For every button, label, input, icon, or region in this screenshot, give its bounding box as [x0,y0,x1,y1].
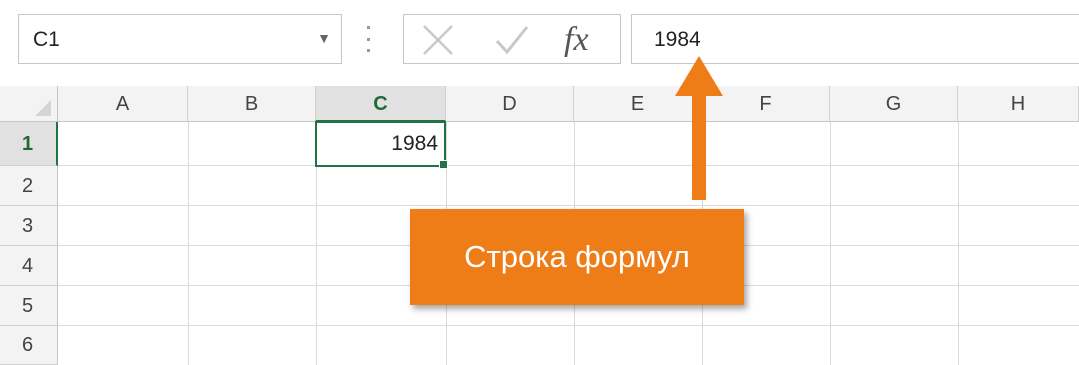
formula-value: 1984 [654,28,701,51]
fx-label: fx [564,21,589,58]
fill-handle[interactable] [439,160,448,169]
column-header-g[interactable]: G [830,86,958,122]
row-header-6[interactable]: 6 [0,326,58,365]
active-cell-c1[interactable]: 1984 [315,121,446,167]
gridline [58,165,1079,166]
checkmark-icon[interactable] [492,23,532,57]
formula-buttons: fx [403,14,621,64]
formula-bar-area: C1 ▼ fx 1984 [0,0,1079,86]
callout-label: Строка формул [410,209,744,305]
column-header-b[interactable]: B [188,86,316,122]
column-header-a[interactable]: A [58,86,188,122]
close-icon[interactable] [418,23,458,57]
row-header-5[interactable]: 5 [0,286,58,326]
formula-bar-grip-icon[interactable] [365,26,371,52]
insert-function-button[interactable]: fx [564,21,604,58]
gridline [830,122,831,365]
name-box-value: C1 [33,28,60,51]
row-header-1[interactable]: 1 [0,122,58,166]
gridline [958,122,959,365]
column-header-d[interactable]: D [446,86,574,122]
select-all-icon [35,100,51,116]
gridline [58,325,1079,326]
row-header-2[interactable]: 2 [0,166,58,206]
chevron-down-icon[interactable]: ▼ [317,30,331,46]
column-header-h[interactable]: H [958,86,1079,122]
row-header-3[interactable]: 3 [0,206,58,246]
name-box[interactable]: C1 ▼ [18,14,342,64]
callout-arrow [692,90,706,200]
cell-c1-value: 1984 [391,132,438,155]
select-all-corner[interactable] [0,86,58,122]
gridline [188,122,189,365]
column-header-c[interactable]: C [316,86,446,122]
gridline [58,205,1079,206]
row-header-4[interactable]: 4 [0,246,58,286]
